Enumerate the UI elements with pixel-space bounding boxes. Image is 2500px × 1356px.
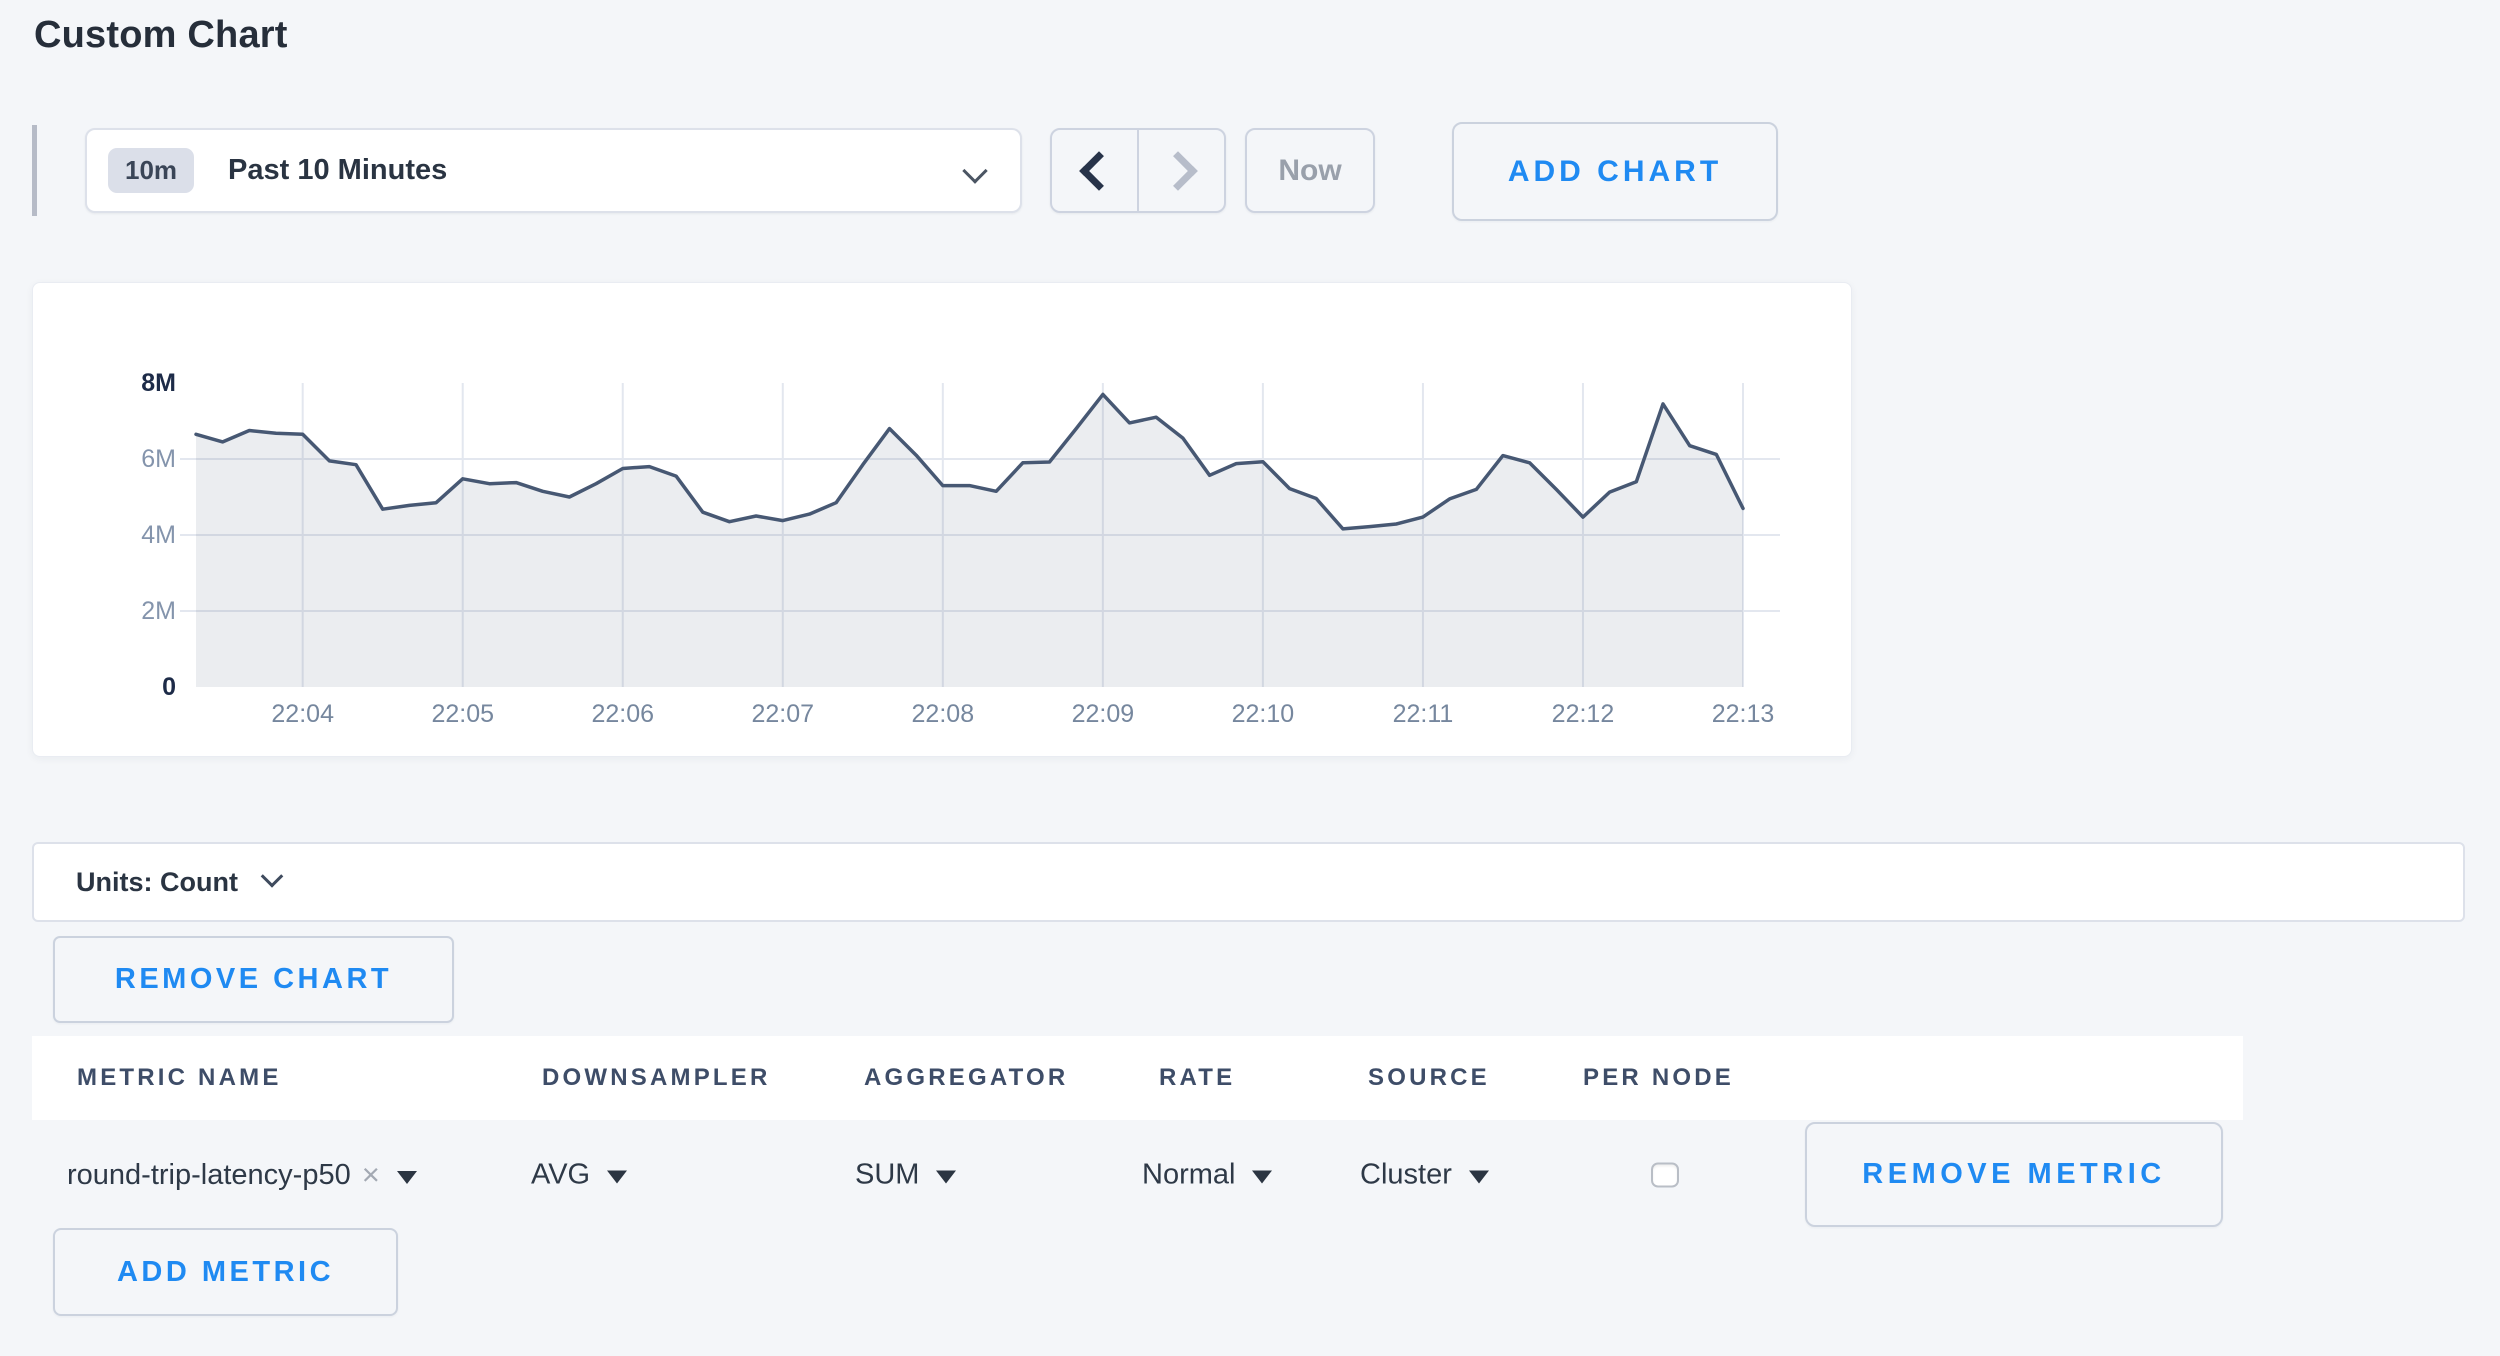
time-forward-button[interactable]: [1139, 130, 1224, 211]
chevron-down-icon: [261, 865, 284, 888]
y-axis-tick-label: 0: [33, 669, 176, 705]
time-range-label: Past 10 Minutes: [228, 154, 447, 187]
chevron-right-icon: [1158, 151, 1198, 191]
metric-table-row: round-trip-latency-p50 × AVG SUM Normal …: [32, 1120, 2243, 1230]
x-axis-tick-label: 22:13: [1673, 700, 1813, 729]
timeseries-area-chart: [196, 383, 1796, 687]
clear-metric-icon[interactable]: ×: [362, 1157, 380, 1193]
series-area-fill: [196, 394, 1743, 687]
time-range-dropdown[interactable]: 10m Past 10 Minutes: [85, 128, 1022, 213]
column-header-source: SOURCE: [1368, 1036, 1490, 1120]
column-header-metric-name: METRIC NAME: [77, 1036, 282, 1120]
column-header-per-node: PER NODE: [1583, 1036, 1734, 1120]
aggregator-value: SUM: [855, 1159, 919, 1192]
chevron-down-icon: [962, 158, 987, 183]
x-axis-tick-label: 22:06: [553, 700, 693, 729]
metrics-table-header: METRIC NAME DOWNSAMPLER AGGREGATOR RATE …: [32, 1036, 2243, 1120]
x-axis-tick-label: 22:04: [233, 700, 373, 729]
x-axis-tick-label: 22:08: [873, 700, 1013, 729]
time-back-button[interactable]: [1052, 130, 1139, 211]
x-axis-tick-label: 22:10: [1193, 700, 1333, 729]
column-header-aggregator: AGGREGATOR: [864, 1036, 1068, 1120]
source-dropdown[interactable]: Cluster: [1360, 1159, 1489, 1192]
now-button[interactable]: Now: [1245, 128, 1375, 213]
caret-down-icon: [397, 1171, 417, 1184]
y-axis-tick-label: 2M: [33, 593, 176, 629]
caret-down-icon: [936, 1171, 956, 1184]
metric-name-value: round-trip-latency-p50: [67, 1159, 351, 1192]
x-axis-tick-label: 22:12: [1513, 700, 1653, 729]
toolbar-left-divider: [32, 125, 37, 216]
column-header-rate: RATE: [1159, 1036, 1235, 1120]
chart-card: 8M 6M 4M 2M 0 22:04 22:05 22:06 22:07 22:08 2…: [32, 282, 1852, 757]
units-dropdown[interactable]: Units: Count: [32, 842, 2465, 922]
downsampler-dropdown[interactable]: AVG: [531, 1159, 627, 1192]
rate-value: Normal: [1142, 1159, 1235, 1192]
aggregator-dropdown[interactable]: SUM: [855, 1159, 956, 1192]
remove-chart-button[interactable]: REMOVE CHART: [53, 936, 454, 1023]
downsampler-value: AVG: [531, 1159, 590, 1192]
custom-chart-page: Custom Chart 10m Past 10 Minutes Now ADD…: [0, 0, 2500, 1356]
caret-down-icon: [1469, 1171, 1489, 1184]
time-range-badge: 10m: [108, 148, 194, 193]
metric-name-dropdown[interactable]: round-trip-latency-p50 ×: [67, 1157, 417, 1193]
rate-dropdown[interactable]: Normal: [1142, 1159, 1272, 1192]
add-metric-button[interactable]: ADD METRIC: [53, 1228, 398, 1316]
add-chart-button[interactable]: ADD CHART: [1452, 122, 1778, 221]
caret-down-icon: [1252, 1171, 1272, 1184]
x-axis-tick-label: 22:05: [393, 700, 533, 729]
caret-down-icon: [607, 1171, 627, 1184]
per-node-checkbox[interactable]: [1651, 1163, 1679, 1188]
column-header-downsampler: DOWNSAMPLER: [542, 1036, 771, 1120]
y-axis-tick-label: 4M: [33, 517, 176, 553]
y-axis-tick-label: 6M: [33, 441, 176, 477]
x-axis-tick-label: 22:07: [713, 700, 853, 729]
x-axis-tick-label: 22:09: [1033, 700, 1173, 729]
units-label: Units: Count: [76, 867, 238, 898]
time-nav-group: [1050, 128, 1226, 213]
page-title: Custom Chart: [34, 14, 288, 57]
chevron-left-icon: [1079, 151, 1119, 191]
x-axis-tick-label: 22:11: [1353, 700, 1493, 729]
source-value: Cluster: [1360, 1159, 1452, 1192]
y-axis-tick-label: 8M: [33, 365, 176, 401]
remove-metric-button[interactable]: REMOVE METRIC: [1805, 1122, 2223, 1227]
